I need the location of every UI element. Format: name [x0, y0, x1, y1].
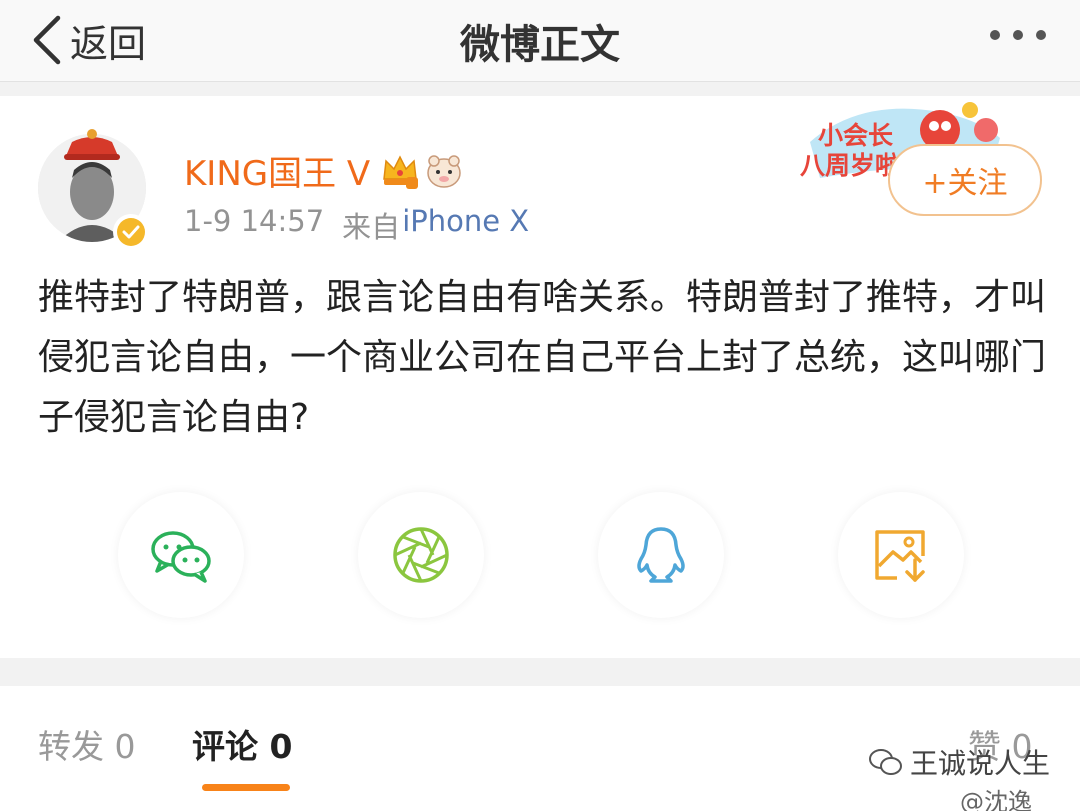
- share-moments-button[interactable]: [358, 492, 484, 618]
- user-name[interactable]: KING国王 V: [184, 146, 370, 195]
- user-name-row: KING国王 V: [184, 146, 464, 195]
- save-image-button[interactable]: [838, 492, 964, 618]
- cartoon-badge-icon: [427, 154, 461, 188]
- tab-comment[interactable]: 评论 0: [192, 720, 292, 768]
- more-dot-icon: [990, 30, 1000, 40]
- wechat-watermark-icon: [869, 749, 902, 775]
- post-text: 推特封了特朗普，跟言论自由有啥关系。特朗普封了推特，才叫侵犯言论自由，一个商业公…: [38, 277, 1047, 438]
- crown-badge-icon: [383, 154, 419, 189]
- banner-text-line2: 八周岁啦: [800, 151, 901, 180]
- wechat-icon: [151, 531, 211, 583]
- more-menu-button[interactable]: [990, 30, 1046, 40]
- active-tab-indicator: [202, 784, 290, 791]
- more-dot-icon: [1013, 30, 1023, 40]
- post-time: 1-9 14:57: [184, 204, 325, 238]
- follow-button[interactable]: +关注: [888, 144, 1042, 216]
- tab-repost[interactable]: 转发 0: [38, 720, 136, 768]
- share-row: [0, 492, 1080, 622]
- watermark-account-name: 王诚说人生: [910, 747, 1051, 780]
- post-source[interactable]: iPhone X: [402, 204, 529, 246]
- moments-icon: [393, 527, 449, 583]
- more-dot-icon: [1036, 30, 1046, 40]
- wechat-account-watermark: 王诚说人生: [868, 742, 1050, 782]
- verified-badge-icon: [113, 214, 149, 250]
- source-prefix: 来自: [342, 210, 401, 244]
- nav-bar: 返回 微博正文: [0, 0, 1080, 82]
- post-card: KING国王 V 1-9 14:57 来自 iPhone X 小会长 八周岁啦: [0, 96, 1080, 658]
- weibo-watermark: @沈逸: [960, 788, 1032, 811]
- page-title: 微博正文: [460, 22, 620, 68]
- share-qq-button[interactable]: [598, 492, 724, 618]
- save-image-icon: [875, 530, 925, 582]
- share-wechat-button[interactable]: [118, 492, 244, 618]
- post-meta: 1-9 14:57 来自 iPhone X: [184, 204, 529, 246]
- qq-icon: [637, 527, 685, 583]
